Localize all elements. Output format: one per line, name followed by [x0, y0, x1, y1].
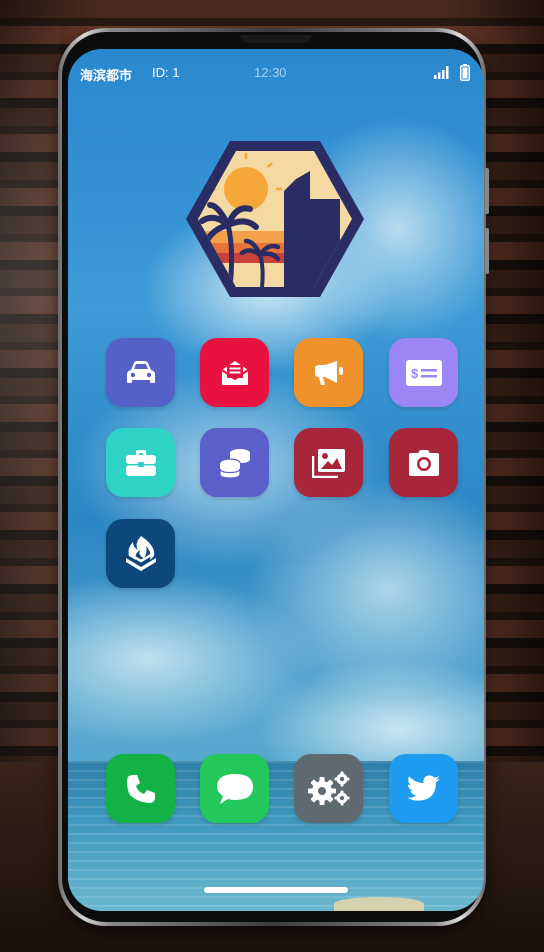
phone-icon [126, 774, 156, 804]
status-time: 12:30 [254, 65, 287, 80]
images-icon [311, 448, 346, 478]
battery-icon [460, 64, 470, 84]
earpiece [240, 35, 312, 43]
app-gallery[interactable] [294, 428, 363, 497]
power-button [485, 228, 489, 274]
app-ads[interactable] [294, 338, 363, 407]
coins-icon [218, 447, 252, 479]
app-jobs[interactable] [106, 428, 175, 497]
app-garage[interactable] [106, 338, 175, 407]
camera-icon [408, 449, 440, 477]
car-icon [125, 360, 157, 386]
home-screen: 海滨都市 ID: 1 12:30 $ [68, 49, 484, 911]
app-bank[interactable]: $ [389, 338, 458, 407]
volume-button [485, 168, 489, 214]
svg-text:$: $ [411, 366, 419, 381]
app-crypto[interactable] [200, 428, 269, 497]
wallpaper-sand [334, 897, 424, 911]
chat-bubble-icon [216, 772, 254, 806]
dock-twitter[interactable] [389, 754, 458, 823]
fire-department-icon [124, 534, 158, 574]
dock-messages[interactable] [200, 754, 269, 823]
dock-phone[interactable] [106, 754, 175, 823]
app-camera[interactable] [389, 428, 458, 497]
briefcase-icon [125, 449, 156, 476]
phone-bezel: 海滨都市 ID: 1 12:30 $ [62, 32, 484, 922]
twitter-bird-icon [406, 775, 441, 803]
dock-settings[interactable] [294, 754, 363, 823]
app-fire-department[interactable] [106, 519, 175, 588]
gears-icon [307, 771, 351, 807]
city-logo [184, 139, 366, 299]
megaphone-icon [313, 359, 345, 387]
app-mail[interactable] [200, 338, 269, 407]
money-check-icon: $ [405, 359, 442, 386]
phone-frame: 海滨都市 ID: 1 12:30 $ [58, 28, 489, 926]
status-bar: 海滨都市 ID: 1 12:30 [68, 63, 484, 85]
home-indicator[interactable] [204, 887, 348, 893]
status-player-id: ID: 1 [152, 65, 180, 80]
status-city: 海滨都市 [80, 68, 133, 83]
signal-icon [434, 66, 450, 82]
envelope-icon [220, 358, 250, 388]
